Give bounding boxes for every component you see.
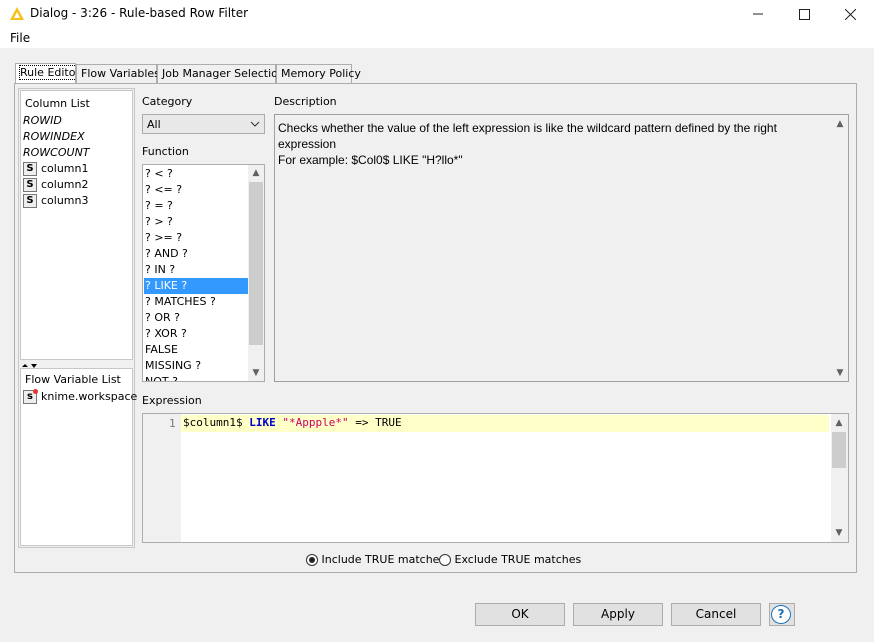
- scroll-down-icon[interactable]: ▼: [832, 365, 848, 381]
- string-type-icon: S: [23, 162, 37, 176]
- function-scrollbar[interactable]: ▲ ▼: [248, 165, 264, 381]
- line-number: 1: [169, 417, 176, 430]
- exclude-radio[interactable]: [439, 554, 451, 566]
- apply-button[interactable]: Apply: [573, 603, 663, 626]
- minimize-button[interactable]: [735, 0, 781, 28]
- menu-file[interactable]: File: [10, 31, 30, 45]
- token-keyword: LIKE: [249, 416, 276, 429]
- splitter-handle[interactable]: [20, 360, 133, 368]
- scroll-up-icon[interactable]: ▲: [831, 415, 847, 431]
- column-item-rowindex[interactable]: ROWINDEX: [23, 129, 85, 145]
- flow-variable-list[interactable]: Flow Variable List s knime.workspace: [20, 368, 137, 546]
- flow-variable-list-header: Flow Variable List: [25, 373, 121, 386]
- category-dropdown[interactable]: All: [142, 114, 265, 134]
- scroll-down-icon[interactable]: ▼: [248, 365, 264, 381]
- flow-variable-icon: s: [23, 389, 38, 404]
- column-item-rowid[interactable]: ROWID: [23, 113, 62, 129]
- function-item[interactable]: ? > ?: [144, 214, 248, 230]
- include-option[interactable]: Include TRUE matches: [306, 553, 445, 566]
- function-item[interactable]: ? AND ?: [144, 246, 248, 262]
- function-item[interactable]: ? < ?: [144, 166, 248, 182]
- function-item[interactable]: ? IN ?: [144, 262, 248, 278]
- description-label: Description: [274, 95, 337, 108]
- maximize-button[interactable]: [781, 0, 827, 28]
- window-title: Dialog - 3:26 - Rule-based Row Filter: [30, 6, 249, 20]
- token-arrow: =>: [355, 416, 369, 429]
- expression-code[interactable]: $column1$ LIKE "*Appple*" => TRUE: [183, 416, 402, 429]
- minimize-icon: [753, 13, 763, 15]
- function-label: Function: [142, 145, 189, 158]
- category-value: All: [147, 118, 161, 131]
- include-label: Include TRUE matches: [321, 553, 446, 566]
- chevron-down-icon: [250, 121, 260, 127]
- scrollbar-thumb[interactable]: [249, 182, 263, 345]
- tab-rule-editor[interactable]: Rule Editor: [15, 63, 81, 83]
- function-item[interactable]: MISSING ?: [144, 358, 248, 374]
- column-item-column3[interactable]: Scolumn3: [23, 193, 89, 209]
- flow-variable-item[interactable]: s knime.workspace: [23, 389, 137, 405]
- category-label: Category: [142, 95, 193, 108]
- help-button[interactable]: ?: [769, 603, 795, 626]
- scrollbar-thumb[interactable]: [832, 432, 846, 468]
- column-item-rowcount[interactable]: ROWCOUNT: [23, 145, 90, 161]
- token-string: "*Appple*": [282, 416, 349, 429]
- column-item-column2[interactable]: Scolumn2: [23, 177, 89, 193]
- scroll-down-icon[interactable]: ▼: [831, 525, 847, 541]
- tab-label: Memory Policy: [281, 67, 361, 80]
- token-result: TRUE: [375, 416, 402, 429]
- menu-bar: File: [0, 28, 874, 48]
- tab-memory-policy[interactable]: Memory Policy: [276, 64, 361, 83]
- function-item-selected[interactable]: ? LIKE ?: [144, 278, 248, 294]
- description-text: Checks whether the value of the left exp…: [278, 121, 777, 167]
- function-item[interactable]: ? XOR ?: [144, 326, 248, 342]
- line-number-gutter: 1: [143, 414, 181, 542]
- function-item[interactable]: ? OR ?: [144, 310, 248, 326]
- exclude-option[interactable]: Exclude TRUE matches: [439, 553, 581, 566]
- string-type-icon: S: [23, 194, 37, 208]
- function-item[interactable]: ? <= ?: [144, 182, 248, 198]
- function-item[interactable]: ? MATCHES ?: [144, 294, 248, 310]
- function-list[interactable]: ? < ? ? <= ? ? = ? ? > ? ? >= ? ? AND ? …: [142, 164, 265, 382]
- expression-scrollbar[interactable]: ▲ ▼: [831, 414, 848, 542]
- close-button[interactable]: [827, 0, 873, 28]
- description-box: Checks whether the value of the left exp…: [274, 114, 849, 382]
- tab-label: Job Manager Selection: [162, 67, 285, 80]
- maximize-icon: [798, 8, 810, 20]
- column-item-column1[interactable]: Scolumn1: [23, 161, 89, 177]
- token-column: $column1$: [183, 416, 243, 429]
- function-item[interactable]: FALSE: [144, 342, 248, 358]
- scroll-up-icon[interactable]: ▲: [248, 165, 264, 181]
- include-radio[interactable]: [306, 554, 318, 566]
- tab-job-manager-selection[interactable]: Job Manager Selection: [157, 64, 285, 83]
- exclude-label: Exclude TRUE matches: [454, 553, 582, 566]
- ok-button[interactable]: OK: [475, 603, 565, 626]
- knime-logo-icon: [10, 7, 24, 20]
- column-list-header: Column List: [25, 97, 90, 110]
- scroll-up-icon[interactable]: ▲: [832, 116, 848, 132]
- function-item[interactable]: ? >= ?: [144, 230, 248, 246]
- expression-label: Expression: [142, 394, 202, 407]
- title-bar: Dialog - 3:26 - Rule-based Row Filter: [0, 0, 874, 28]
- string-type-icon: S: [23, 178, 37, 192]
- tab-label: Rule Editor: [19, 65, 81, 80]
- function-item[interactable]: ? = ?: [144, 198, 248, 214]
- close-icon: [844, 8, 856, 20]
- cancel-button[interactable]: Cancel: [671, 603, 761, 626]
- expression-editor[interactable]: 1 $column1$ LIKE "*Appple*" => TRUE ▲ ▼: [142, 413, 849, 543]
- help-icon: ?: [771, 605, 791, 624]
- function-item[interactable]: NOT ?: [144, 374, 248, 381]
- tab-flow-variables[interactable]: Flow Variables: [76, 64, 160, 83]
- tab-label: Flow Variables: [81, 67, 160, 80]
- column-list[interactable]: Column List ROWID ROWINDEX ROWCOUNT Scol…: [20, 90, 133, 360]
